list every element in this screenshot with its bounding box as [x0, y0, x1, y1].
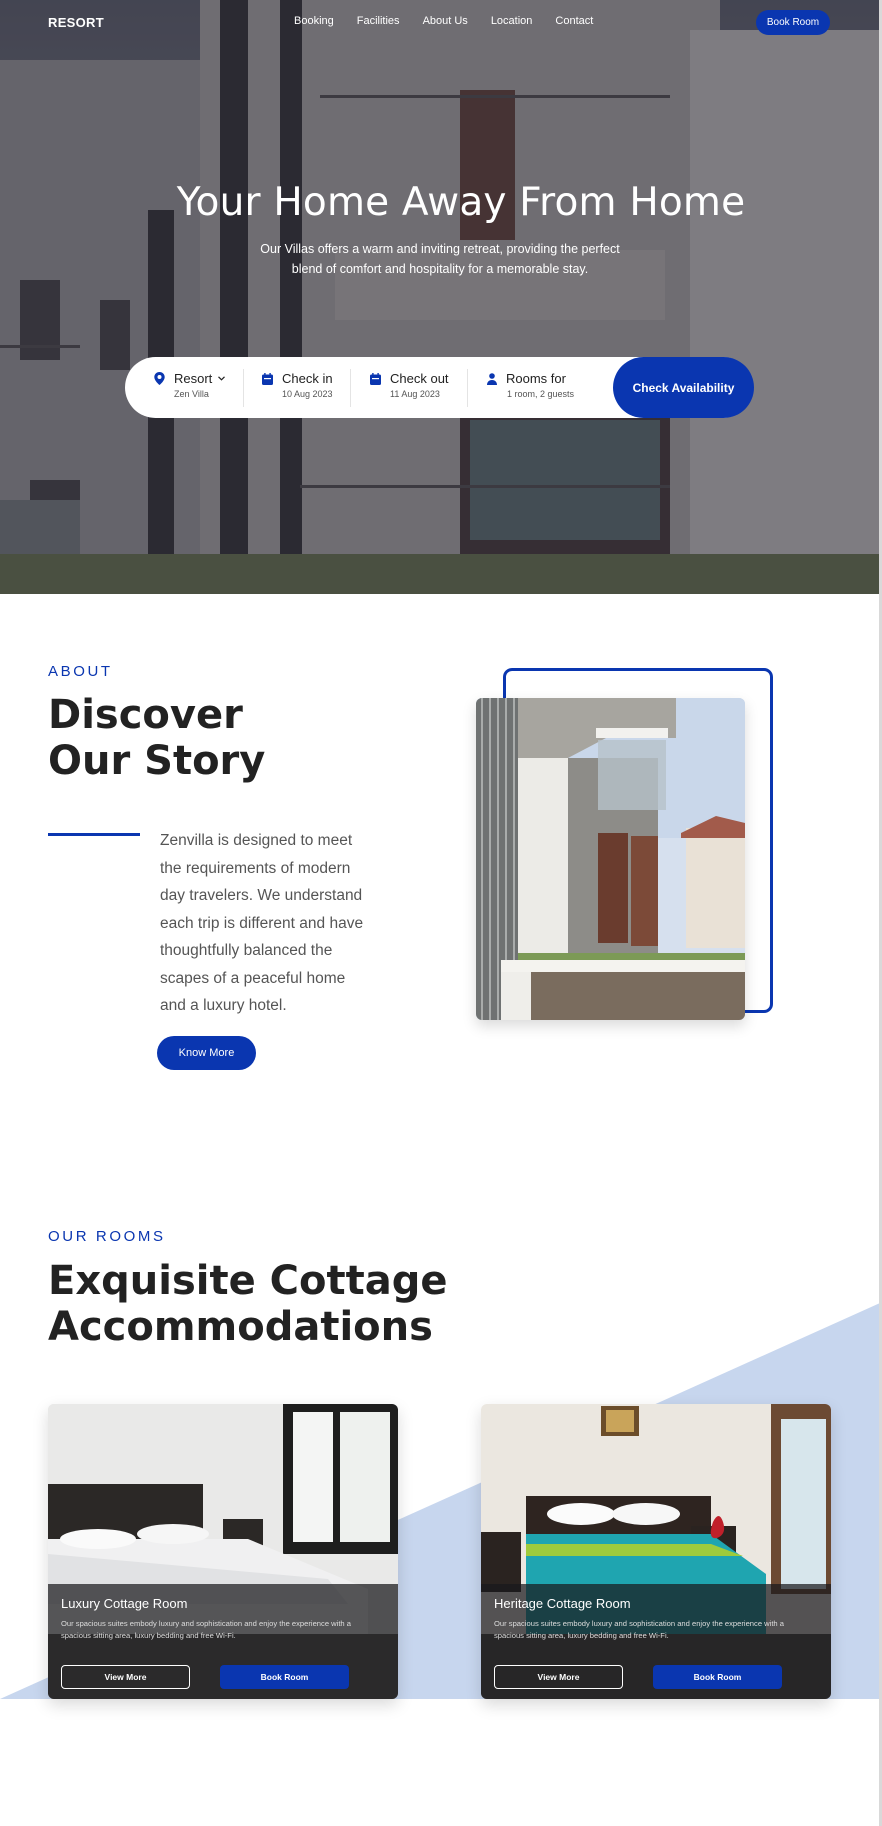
room-card-description: Our spacious suites embody luxury and so… — [61, 1619, 351, 1640]
check-in-label: Check in — [282, 371, 333, 386]
know-more-button[interactable]: Know More — [157, 1036, 256, 1070]
check-in-date[interactable]: Check in 10 Aug 2023 — [262, 371, 333, 405]
about-title: Discover Our Story — [48, 692, 265, 784]
check-in-value: 10 Aug 2023 — [282, 389, 333, 399]
about-text: Zenvilla is designed to meet the require… — [160, 832, 364, 1014]
calendar-icon — [262, 372, 273, 385]
room-card-description: Our spacious suites embody luxury and so… — [494, 1619, 784, 1640]
accent-divider — [48, 833, 140, 836]
divider — [243, 369, 244, 407]
nav-link-facilities[interactable]: Facilities — [357, 15, 400, 27]
check-out-label: Check out — [390, 371, 449, 386]
resort-value: Zen Villa — [174, 389, 209, 399]
check-out-date[interactable]: Check out 11 Aug 2023 — [370, 371, 449, 405]
divider — [350, 369, 351, 407]
rooms-title: Exquisite Cottage Accommodations — [48, 1258, 447, 1350]
nav-links: Booking Facilities About Us Location Con… — [294, 15, 616, 27]
rooms-title-line2: Accommodations — [48, 1304, 433, 1350]
logo[interactable]: RESORT — [48, 15, 104, 30]
chevron-down-icon — [218, 376, 226, 381]
room-card-luxury: Luxury Cottage Room Our spacious suites … — [48, 1404, 398, 1699]
view-more-button[interactable]: View More — [61, 1665, 190, 1689]
top-navbar: RESORT Booking Facilities About Us Locat… — [0, 10, 880, 36]
hero-subtitle: Our Villas offers a warm and inviting re… — [260, 242, 620, 276]
check-out-value: 11 Aug 2023 — [390, 389, 440, 399]
room-card-heritage: Heritage Cottage Room Our spacious suite… — [481, 1404, 831, 1699]
nav-link-booking[interactable]: Booking — [294, 15, 334, 27]
room-card-title: Heritage Cottage Room — [494, 1596, 631, 1611]
nav-link-contact[interactable]: Contact — [555, 15, 593, 27]
page: RESORT Booking Facilities About Us Locat… — [0, 0, 882, 1826]
rooms-tag: OUR ROOMS — [48, 1228, 166, 1245]
about-tag: ABOUT — [48, 663, 113, 680]
rooms-title-line1: Exquisite Cottage — [48, 1258, 448, 1304]
nav-link-about-us[interactable]: About Us — [423, 15, 468, 27]
rooms-guests-select[interactable]: Rooms for 1 room, 2 guests — [487, 371, 574, 405]
rooms-label: Rooms for — [506, 371, 566, 386]
view-more-button[interactable]: View More — [494, 1665, 623, 1689]
nav-book-room-button[interactable]: Book Room — [756, 10, 830, 35]
check-availability-button[interactable]: Check Availability — [613, 357, 754, 418]
calendar-icon — [370, 372, 381, 385]
rooms-value: 1 room, 2 guests — [507, 389, 575, 399]
book-room-button[interactable]: Book Room — [220, 1665, 349, 1689]
room-card-title: Luxury Cottage Room — [61, 1596, 188, 1611]
hero-title: Your Home Away From Home — [176, 180, 746, 225]
location-pin-icon — [154, 372, 165, 385]
resort-select[interactable]: Resort Zen Villa — [154, 371, 234, 405]
person-icon — [487, 372, 497, 385]
about-title-line2: Our Story — [48, 738, 266, 784]
villa-photo — [476, 698, 745, 1020]
hero-section: RESORT Booking Facilities About Us Locat… — [0, 0, 880, 594]
nav-link-location[interactable]: Location — [491, 15, 533, 27]
about-title-line1: Discover — [48, 692, 243, 738]
divider — [467, 369, 468, 407]
book-room-button[interactable]: Book Room — [653, 1665, 782, 1689]
resort-label: Resort — [174, 371, 213, 386]
